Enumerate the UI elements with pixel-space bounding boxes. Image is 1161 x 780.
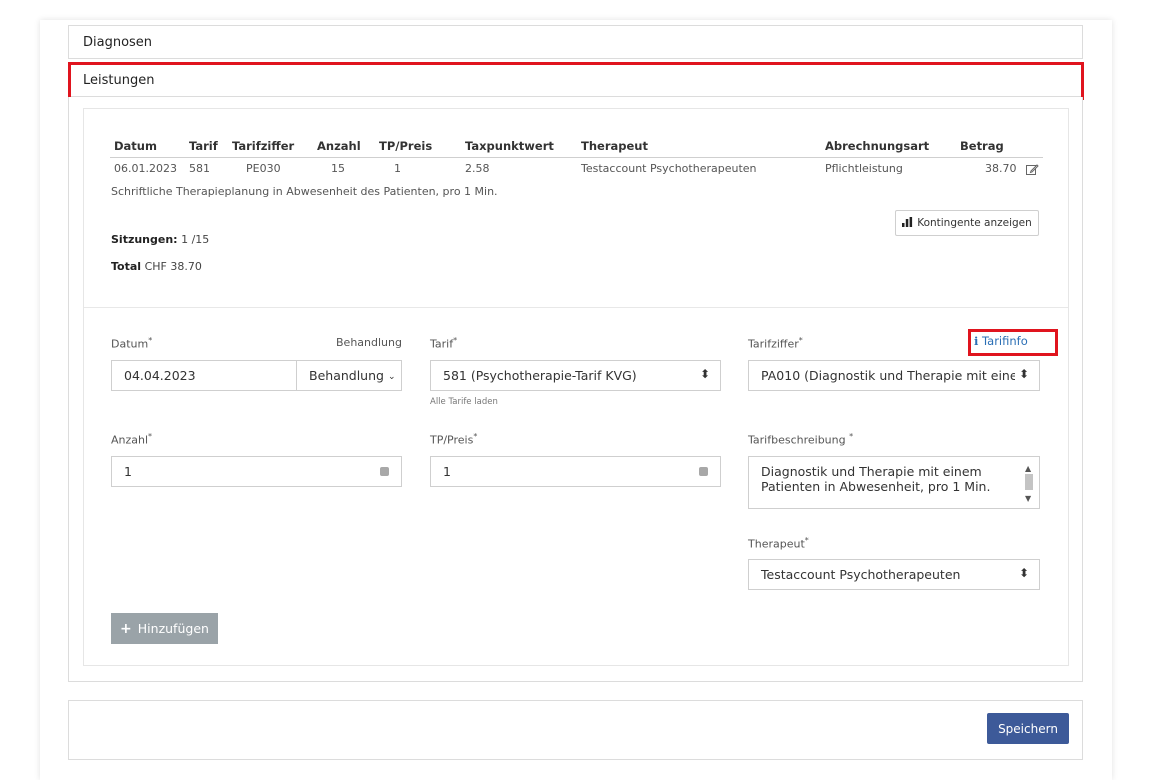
chevron-down-icon: ⌄ xyxy=(387,372,396,382)
section-leistungen-title: Leistungen xyxy=(83,73,155,88)
behandlung-label: Behandlung xyxy=(336,336,402,349)
alle-tarife-link[interactable]: Alle Tarife laden xyxy=(430,397,498,407)
col-header-datum: Datum xyxy=(114,139,157,153)
tarif-select[interactable]: 581 (Psychotherapie-Tarif KVG) ⬍ xyxy=(430,360,721,391)
tppreis-label: TP/Preis* xyxy=(430,432,478,447)
sort-caret-icon: ⬍ xyxy=(699,367,710,381)
calculator-icon[interactable] xyxy=(380,467,389,476)
cell-abrechnungsart: Pflichtleistung xyxy=(825,162,903,175)
kontingente-button-label: Kontingente anzeigen xyxy=(917,217,1032,229)
tarifbeschreibung-label: Tarifbeschreibung * xyxy=(748,432,854,447)
cell-therapeut: Testaccount Psychotherapeuten xyxy=(581,162,757,175)
add-button[interactable]: + Hinzufügen xyxy=(111,613,218,644)
therapeut-label: Therapeut* xyxy=(748,536,809,551)
bar-chart-icon xyxy=(902,216,913,230)
col-header-taxpunktwert: Taxpunktwert xyxy=(465,139,554,153)
section-diagnosen-title: Diagnosen xyxy=(83,35,153,50)
col-header-betrag: Betrag xyxy=(960,139,1004,153)
cell-taxpunktwert: 2.58 xyxy=(465,162,490,175)
tarifziffer-label: Tarifziffer* xyxy=(748,336,803,351)
sitzungen-label: Sitzungen: xyxy=(111,233,178,246)
info-icon: i xyxy=(974,334,979,348)
datum-input[interactable]: 04.04.2023 xyxy=(111,360,297,391)
footer-panel xyxy=(68,700,1083,760)
section-diagnosen[interactable]: Diagnosen xyxy=(68,25,1083,59)
col-header-therapeut: Therapeut xyxy=(581,139,648,153)
anzahl-input[interactable]: 1 xyxy=(111,456,402,487)
behandlung-select[interactable]: Behandlung ⌄ xyxy=(296,360,402,391)
col-header-abrechnungsart: Abrechnungsart xyxy=(825,139,930,153)
total-label: Total xyxy=(111,260,142,273)
sort-caret-icon: ⬍ xyxy=(1014,367,1029,381)
tarifziffer-select[interactable]: PA010 (Diagnostik und Therapie mit einem… xyxy=(748,360,1040,391)
table-header-divider xyxy=(110,157,1043,158)
col-header-anzahl: Anzahl xyxy=(317,139,361,153)
edit-icon[interactable] xyxy=(1025,162,1039,176)
plus-icon: + xyxy=(120,620,132,637)
sitzungen-summary: Sitzungen: 1 /15 xyxy=(111,233,209,246)
total-summary: Total CHF 38.70 xyxy=(111,260,202,273)
card-divider xyxy=(84,307,1068,308)
tarif-label: Tarif* xyxy=(430,336,458,351)
total-value: CHF 38.70 xyxy=(144,260,202,273)
cell-tppreis: 1 xyxy=(394,162,401,175)
textarea-scrollbar[interactable]: ▲ ▼ xyxy=(1023,461,1035,506)
col-header-tarifziffer: Tarifziffer xyxy=(232,139,295,153)
calculator-icon[interactable] xyxy=(699,467,708,476)
tppreis-input[interactable]: 1 xyxy=(430,456,721,487)
cell-anzahl: 15 xyxy=(331,162,345,175)
sort-caret-icon: ⬍ xyxy=(1018,566,1029,580)
cell-betrag: 38.70 xyxy=(985,162,1017,175)
row-description: Schriftliche Therapieplanung in Abwesenh… xyxy=(111,185,498,198)
therapeut-select[interactable]: Testaccount Psychotherapeuten ⬍ xyxy=(748,559,1040,590)
datum-label: Datum* xyxy=(111,336,153,351)
cell-datum: 06.01.2023 xyxy=(114,162,177,175)
save-button[interactable]: Speichern xyxy=(987,713,1069,744)
col-header-tarif: Tarif xyxy=(189,139,218,153)
cell-tarif: 581 xyxy=(189,162,210,175)
sitzungen-value: 1 /15 xyxy=(181,233,210,246)
tarifbeschreibung-textarea[interactable]: Diagnostik und Therapie mit einem Patien… xyxy=(748,456,1040,509)
section-leistungen[interactable]: Leistungen xyxy=(68,63,1083,97)
anzahl-label: Anzahl* xyxy=(111,432,153,447)
col-header-tppreis: TP/Preis xyxy=(379,139,433,153)
cell-tarifziffer: PE030 xyxy=(246,162,281,175)
kontingente-button[interactable]: Kontingente anzeigen xyxy=(895,210,1039,236)
tarifinfo-link[interactable]: i Tarifinfo xyxy=(974,334,1028,348)
